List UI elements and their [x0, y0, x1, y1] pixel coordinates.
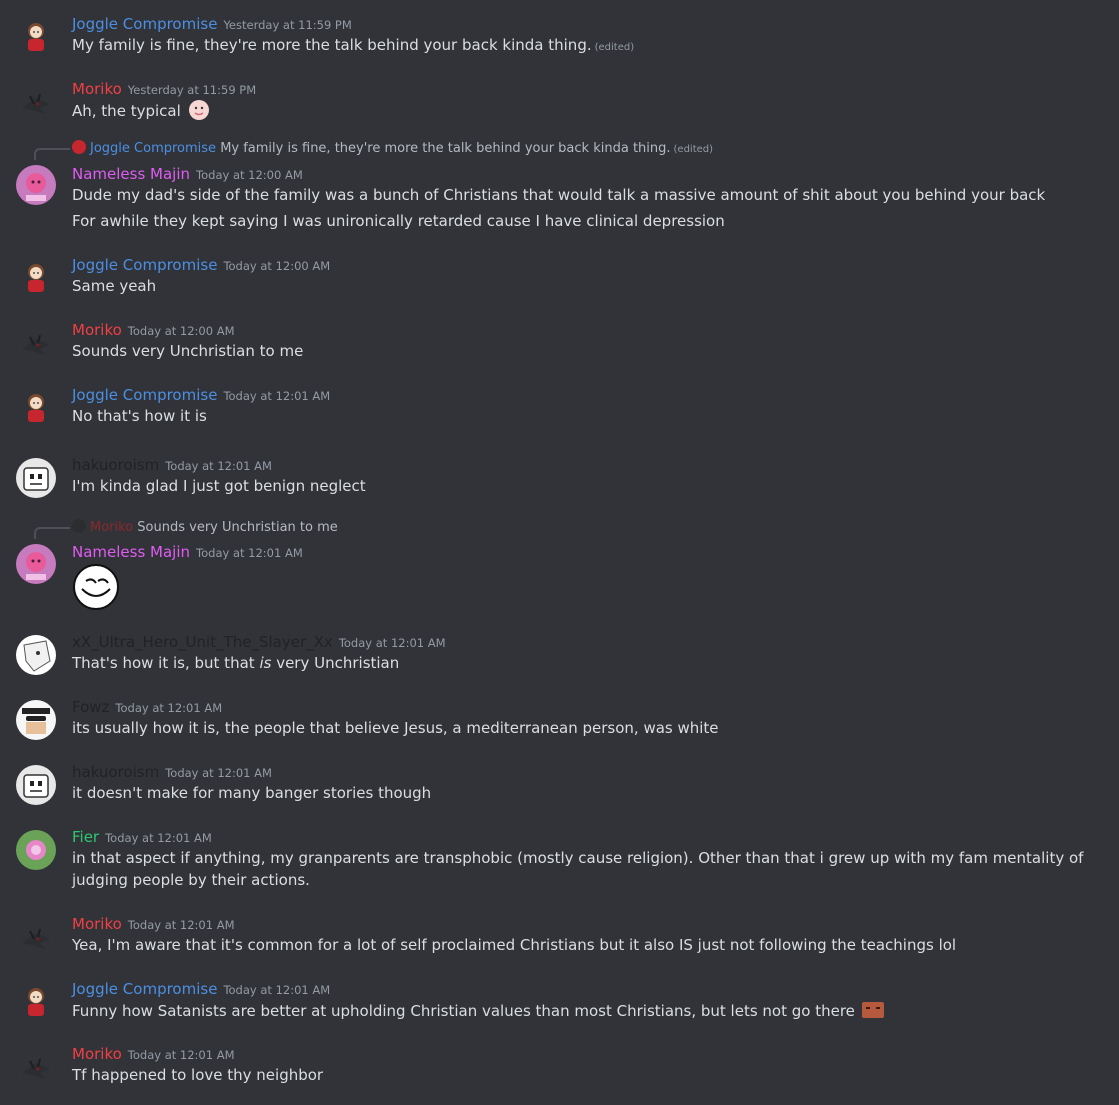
avatar[interactable]	[16, 830, 56, 870]
avatar[interactable]	[16, 165, 56, 205]
troll-face-emoji-icon	[72, 563, 120, 611]
message-text: Dude my dad's side of the family was a b…	[72, 186, 1046, 204]
author-name[interactable]: Fier	[72, 828, 99, 846]
timestamp: Today at 12:00 AM	[196, 168, 303, 182]
timestamp: Today at 12:01 AM	[165, 766, 272, 780]
timestamp: Today at 12:01 AM	[105, 831, 212, 845]
reply-author[interactable]: Moriko	[90, 520, 133, 535]
message-text: Funny how Satanists are better at uphold…	[72, 1002, 855, 1020]
message-text: Tf happened to love thy neighbor	[72, 1066, 324, 1084]
author-name[interactable]: Nameless Majin	[72, 543, 190, 561]
avatar[interactable]	[16, 458, 56, 498]
avatar[interactable]	[16, 1047, 56, 1087]
message-text: Yea, I'm aware that it's common for a lo…	[72, 936, 957, 954]
avatar[interactable]	[16, 982, 56, 1022]
reply-edited-label: (edited)	[673, 144, 714, 155]
reply-spine	[34, 148, 70, 160]
timestamp: Today at 12:01 AM	[196, 546, 303, 560]
avatar[interactable]	[16, 323, 56, 363]
timestamp: Today at 12:00 AM	[223, 259, 331, 273]
author-name[interactable]: Moriko	[72, 321, 122, 339]
message-text: That's how it is, but that	[72, 654, 255, 672]
timestamp: Today at 12:00 AM	[127, 324, 235, 338]
reply-avatar	[72, 519, 86, 533]
message-text: it doesn't make for many banger stories …	[72, 784, 432, 802]
avatar[interactable]	[16, 765, 56, 805]
edited-label: (edited)	[594, 42, 635, 53]
message-text: Sounds very Unchristian to me	[72, 342, 304, 360]
avatar[interactable]	[16, 700, 56, 740]
avatar[interactable]	[16, 917, 56, 957]
reply-text: Sounds very Unchristian to me	[137, 520, 338, 535]
reply-preview[interactable]: Moriko Sounds very Unchristian to me	[72, 519, 338, 535]
message-text: its usually how it is, the people that b…	[72, 719, 719, 737]
reply-avatar	[72, 140, 86, 154]
avatar[interactable]	[16, 82, 56, 122]
message-text: My family is fine, they're more the talk…	[72, 36, 592, 54]
avatar[interactable]	[16, 635, 56, 675]
blush-emoji-icon	[188, 99, 210, 121]
message-text: Ah, the typical	[72, 102, 181, 120]
message-text: in that aspect if anything, my granparen…	[72, 849, 1084, 889]
timestamp: Today at 12:01 AM	[127, 918, 235, 932]
avatar[interactable]	[16, 544, 56, 584]
reply-spine	[34, 527, 70, 539]
timestamp: Yesterday at 11:59 PM	[127, 83, 257, 97]
timestamp: Today at 12:01 AM	[338, 636, 446, 650]
author-name[interactable]: Nameless Majin	[72, 165, 190, 183]
timestamp: Today at 12:01 AM	[223, 389, 331, 403]
message-text: I'm kinda glad I just got benign neglect	[72, 477, 366, 495]
author-name[interactable]: Joggle Compromise	[72, 386, 217, 404]
author-name[interactable]: Moriko	[72, 915, 122, 933]
face-emoji-icon	[862, 999, 884, 1021]
timestamp: Today at 12:01 AM	[127, 1048, 235, 1062]
author-name[interactable]: Moriko	[72, 1045, 122, 1063]
timestamp: Today at 12:01 AM	[115, 701, 223, 715]
author-name[interactable]: Joggle Compromise	[72, 980, 217, 998]
timestamp: Yesterday at 11:59 PM	[223, 18, 352, 32]
emphasis-text: is	[259, 654, 272, 672]
message-text: For awhile they kept saying I was uniron…	[72, 212, 725, 230]
author-name[interactable]: xX_Ultra_Hero_Unit_The_Slayer_Xx	[72, 633, 333, 651]
message-text: Same yeah	[72, 277, 157, 295]
author-name[interactable]: hakuoroism	[72, 763, 159, 781]
author-name[interactable]: Joggle Compromise	[72, 15, 217, 33]
author-name[interactable]: Fowz	[72, 698, 109, 716]
reply-author[interactable]: Joggle Compromise	[90, 141, 216, 156]
author-name[interactable]: Moriko	[72, 80, 122, 98]
message-text-rest: very Unchristian	[276, 654, 400, 672]
author-name[interactable]: hakuoroism	[72, 456, 159, 474]
avatar[interactable]	[16, 17, 56, 57]
reply-text: My family is fine, they're more the talk…	[220, 141, 671, 156]
avatar[interactable]	[16, 258, 56, 298]
reply-preview[interactable]: Joggle Compromise My family is fine, the…	[72, 140, 713, 156]
message-text: No that's how it is	[72, 407, 207, 425]
timestamp: Today at 12:01 AM	[223, 983, 331, 997]
author-name[interactable]: Joggle Compromise	[72, 256, 217, 274]
avatar[interactable]	[16, 388, 56, 428]
timestamp: Today at 12:01 AM	[165, 459, 272, 473]
